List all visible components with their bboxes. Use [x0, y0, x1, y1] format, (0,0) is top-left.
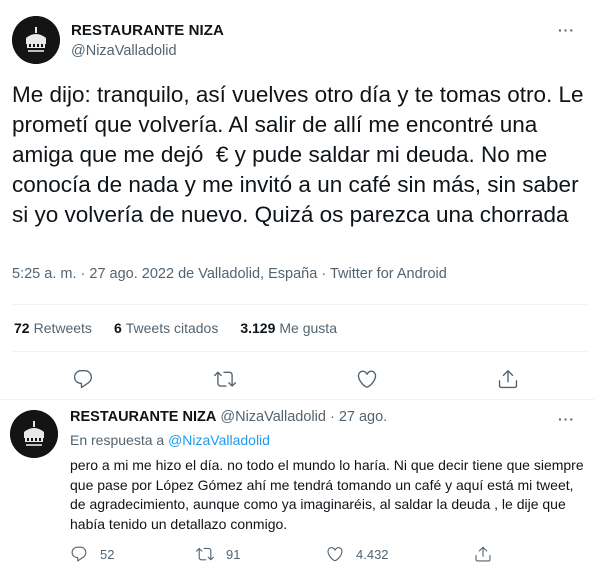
reply-actions: 52 91 4.432 [0, 545, 594, 565]
retweet-count: 91 [226, 546, 241, 562]
like-icon [327, 547, 343, 562]
reply-text: pero a mi me hizo el día. no todo el mun… [70, 457, 584, 532]
reply-count: 52 [100, 546, 115, 562]
share-button[interactable] [474, 545, 504, 563]
retweet-icon[interactable] [214, 368, 236, 390]
tweet-actions [0, 368, 594, 392]
retweets-stat[interactable]: 72 Retweets [14, 320, 92, 336]
divider [12, 351, 587, 352]
share-icon [475, 546, 491, 562]
reply-header: RESTAURANTE NIZA @NizaValladolid · 27 ag… [70, 409, 387, 425]
main-tweet: RESTAURANTE NIZA @NizaValladolid ··· Me … [0, 0, 594, 400]
share-icon[interactable] [497, 368, 519, 390]
divider [0, 399, 594, 400]
author-name[interactable]: RESTAURANTE NIZA [70, 409, 216, 425]
retweet-icon [196, 547, 214, 561]
avatar[interactable] [10, 410, 58, 458]
meta-separator: · [329, 409, 335, 425]
author-handle[interactable]: @NizaValladolid [220, 409, 326, 425]
more-icon[interactable]: ··· [558, 411, 578, 427]
tweet-date[interactable]: 27 ago. 2022 [89, 266, 174, 282]
author-handle[interactable]: @NizaValladolid [71, 43, 177, 59]
like-icon[interactable] [356, 368, 378, 390]
reply-icon[interactable] [72, 368, 94, 390]
like-button[interactable]: 4.432 [326, 545, 389, 563]
in-reply-handle-link[interactable]: @NizaValladolid [168, 432, 270, 448]
likes-stat[interactable]: 3.129 Me gusta [240, 320, 337, 336]
like-count: 4.432 [356, 546, 389, 562]
avatar[interactable] [12, 16, 60, 64]
retweet-button[interactable]: 91 [196, 545, 240, 563]
reply-icon [71, 546, 87, 562]
tweet-date[interactable]: 27 ago. [339, 409, 387, 425]
tweet-meta: 5:25 a. m. · 27 ago. 2022 de Valladolid,… [12, 266, 447, 282]
tweet-time[interactable]: 5:25 a. m. [12, 266, 76, 282]
author-name[interactable]: RESTAURANTE NIZA [71, 22, 224, 39]
quotes-stat[interactable]: 6 Tweets citados [114, 320, 218, 336]
more-icon[interactable]: ··· [558, 22, 578, 38]
meta-separator: · [321, 266, 327, 282]
tweet-client[interactable]: Twitter for Android [330, 266, 447, 282]
meta-separator: · [80, 266, 86, 282]
reply-button[interactable]: 52 [70, 545, 114, 563]
in-reply-prefix: En respuesta a [70, 432, 165, 448]
tweet-location[interactable]: de Valladolid, España [178, 266, 317, 282]
divider [12, 304, 587, 305]
tweet-text: Me dijo: tranquilo, así vuelves otro día… [12, 82, 590, 227]
in-reply-to: En respuesta a @NizaValladolid [70, 432, 270, 448]
tweet-stats: 72 Retweets 6 Tweets citados 3.129 Me gusta [14, 320, 359, 336]
